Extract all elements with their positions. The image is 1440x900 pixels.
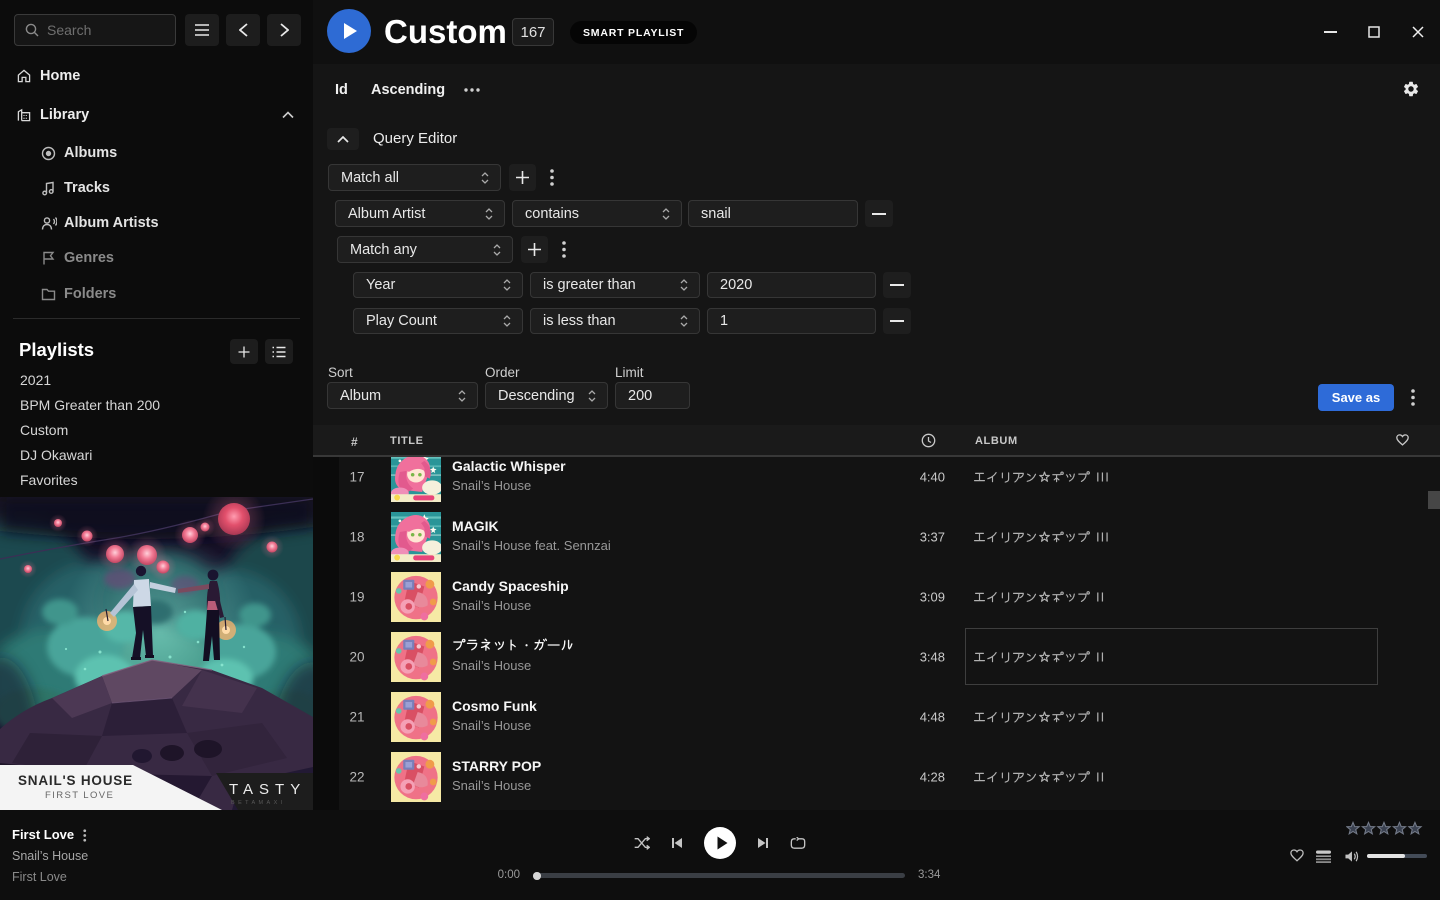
svg-text:TASTY: TASTY xyxy=(229,781,306,798)
svg-text:SNAIL'S HOUSE: SNAIL'S HOUSE xyxy=(18,773,133,788)
svg-text:BETAMAXI: BETAMAXI xyxy=(231,800,286,806)
svg-text:FIRST LOVE: FIRST LOVE xyxy=(45,790,114,801)
